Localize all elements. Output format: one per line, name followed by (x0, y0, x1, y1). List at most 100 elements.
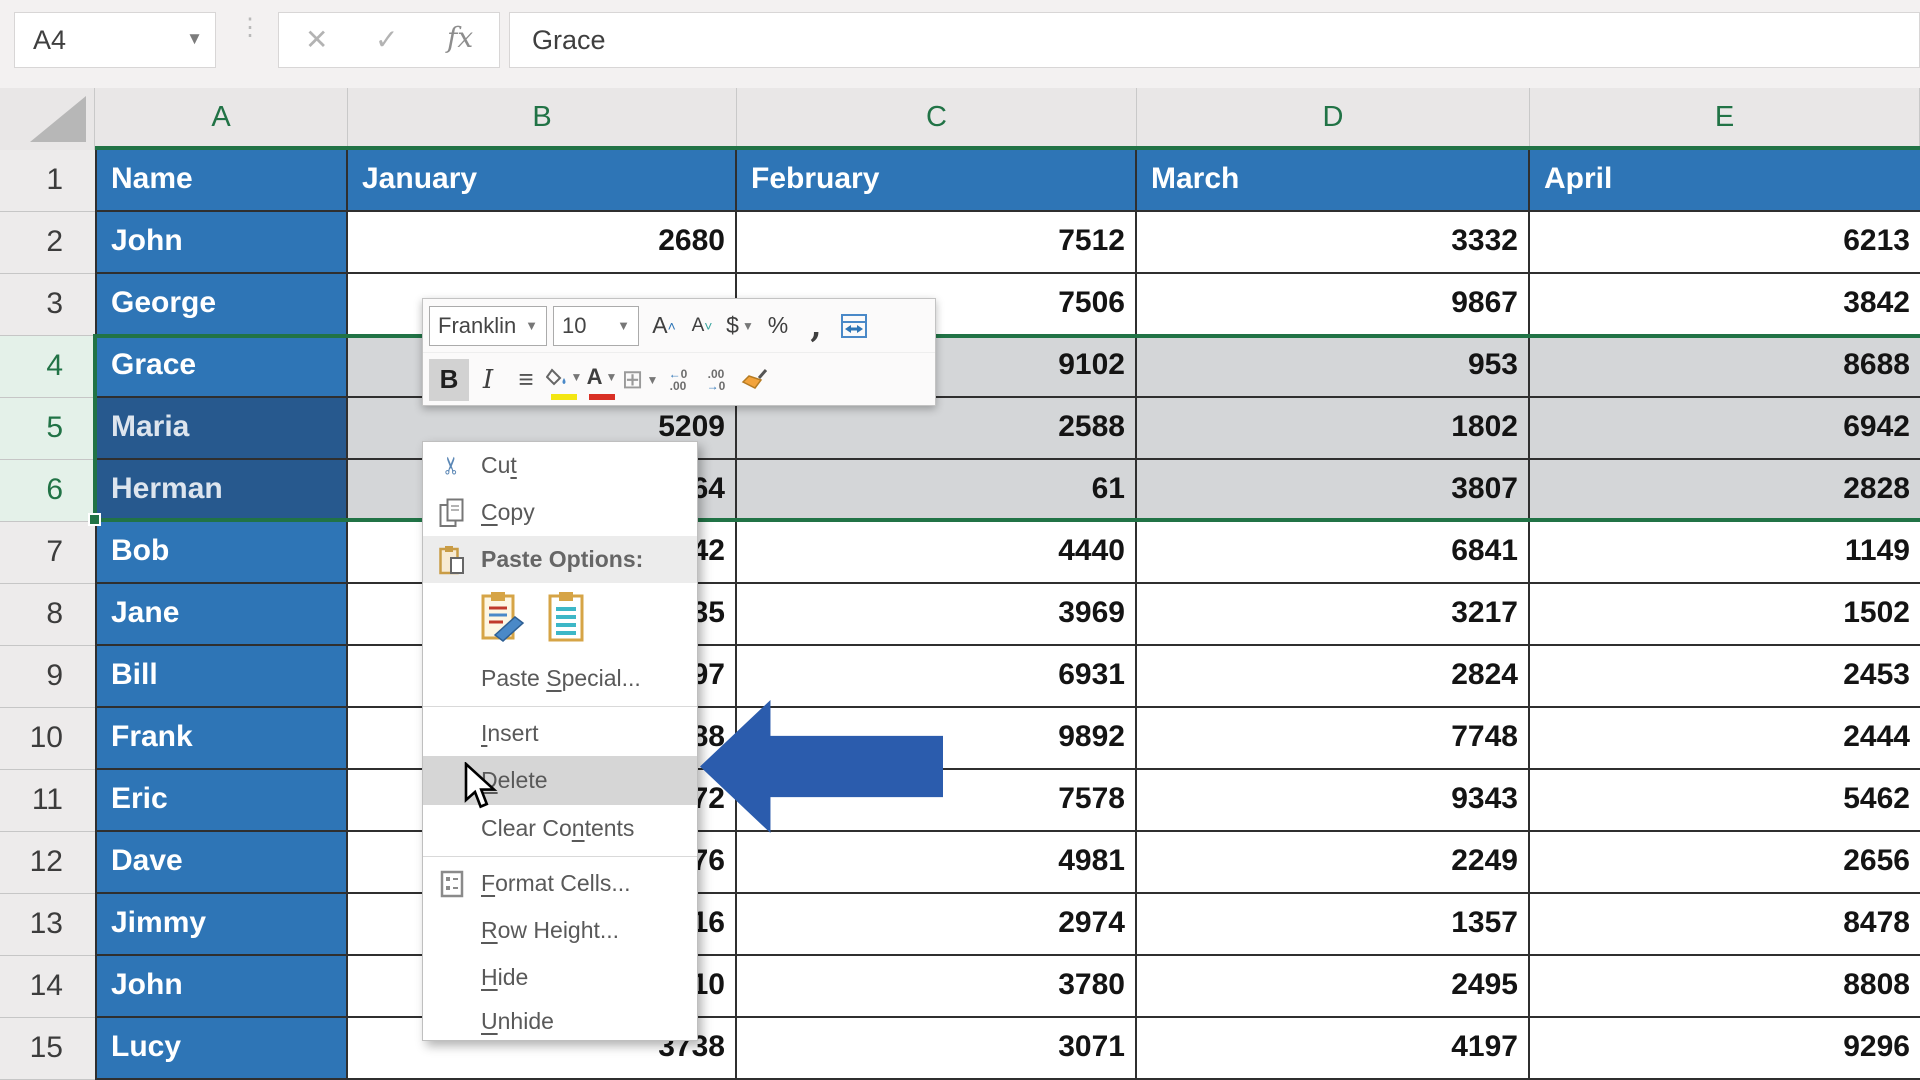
row-header-2[interactable]: 2 (0, 212, 95, 274)
font-name-dropdown[interactable]: Franklin ▼ (429, 305, 547, 346)
cell-e4[interactable]: 8688 (1530, 336, 1920, 398)
increase-decimal-button[interactable]: .00 →0 (697, 359, 735, 401)
cell-e15[interactable]: 9296 (1530, 1018, 1920, 1080)
row-header-4[interactable]: 4 (0, 336, 95, 398)
cell-c12[interactable]: 4981 (737, 832, 1137, 894)
cell-a2[interactable]: John (95, 212, 348, 274)
shrink-font-button[interactable]: A ˅ (683, 305, 721, 347)
cell-e14[interactable]: 8808 (1530, 956, 1920, 1018)
cell-e11[interactable]: 5462 (1530, 770, 1920, 832)
center-align-icon[interactable]: ≡ (507, 359, 545, 401)
cell-c9[interactable]: 6931 (737, 646, 1137, 708)
font-color-button[interactable]: A ▼ (583, 356, 621, 404)
chevron-down-icon[interactable]: ▼ (186, 29, 203, 49)
cell-header[interactable]: January (348, 150, 737, 212)
cell-d9[interactable]: 2824 (1137, 646, 1530, 708)
cell-a11[interactable]: Eric (95, 770, 348, 832)
row-header-5[interactable]: 5 (0, 398, 95, 460)
cell-c13[interactable]: 2974 (737, 894, 1137, 956)
cell-a9[interactable]: Bill (95, 646, 348, 708)
row-header-10[interactable]: 10 (0, 708, 95, 770)
selection-fill-handle[interactable] (88, 513, 101, 526)
cell-c14[interactable]: 3780 (737, 956, 1137, 1018)
cell-c6[interactable]: 61 (737, 460, 1137, 522)
cell-e8[interactable]: 1502 (1530, 584, 1920, 646)
cell-header[interactable]: March (1137, 150, 1530, 212)
select-all-button[interactable] (0, 88, 95, 150)
cell-d15[interactable]: 4197 (1137, 1018, 1530, 1080)
cell-a6[interactable]: Herman (95, 460, 348, 522)
comma-style-button[interactable]: , (797, 305, 835, 347)
menu-item-hide[interactable]: Hide (423, 954, 697, 1001)
menu-item-unhide[interactable]: Unhide (423, 1001, 697, 1042)
cell-d6[interactable]: 3807 (1137, 460, 1530, 522)
cell-e7[interactable]: 1149 (1530, 522, 1920, 584)
menu-item-paste-special[interactable]: Paste Special... (423, 655, 697, 702)
row-header-15[interactable]: 15 (0, 1018, 95, 1080)
cell-e6[interactable]: 2828 (1530, 460, 1920, 522)
menu-item-row-height[interactable]: Row Height... (423, 907, 697, 954)
cell-a7[interactable]: Bob (95, 522, 348, 584)
cell-e3[interactable]: 3842 (1530, 274, 1920, 336)
cell-d12[interactable]: 2249 (1137, 832, 1530, 894)
autofit-width-icon[interactable] (835, 305, 873, 347)
cell-header[interactable]: February (737, 150, 1137, 212)
bold-button[interactable]: B (429, 358, 469, 401)
cell-a10[interactable]: Frank (95, 708, 348, 770)
cell-c2[interactable]: 7512 (737, 212, 1137, 274)
column-header-b[interactable]: B (348, 88, 737, 150)
column-header-e[interactable]: E (1530, 88, 1920, 150)
cell-header[interactable]: April (1530, 150, 1920, 212)
cell-e13[interactable]: 8478 (1530, 894, 1920, 956)
cell-d2[interactable]: 3332 (1137, 212, 1530, 274)
borders-button[interactable]: ⊞ ▼ (621, 359, 659, 401)
row-header-14[interactable]: 14 (0, 956, 95, 1018)
format-painter-icon[interactable] (735, 359, 773, 401)
cancel-icon[interactable]: ✕ (305, 23, 328, 56)
cell-e2[interactable]: 6213 (1530, 212, 1920, 274)
cell-c15[interactable]: 3071 (737, 1018, 1137, 1080)
row-header-8[interactable]: 8 (0, 584, 95, 646)
cell-e12[interactable]: 2656 (1530, 832, 1920, 894)
cell-a8[interactable]: Jane (95, 584, 348, 646)
cell-e9[interactable]: 2453 (1530, 646, 1920, 708)
row-header-12[interactable]: 12 (0, 832, 95, 894)
cell-d14[interactable]: 2495 (1137, 956, 1530, 1018)
paste-keep-formatting-icon[interactable] (481, 591, 525, 648)
row-header-13[interactable]: 13 (0, 894, 95, 956)
menu-item-paste-options[interactable]: Paste Options: (423, 536, 697, 583)
row-header-9[interactable]: 9 (0, 646, 95, 708)
column-header-a[interactable]: A (95, 88, 348, 150)
name-box[interactable]: A4 ▼ (14, 12, 216, 68)
cell-a3[interactable]: George (95, 274, 348, 336)
cell-a15[interactable]: Lucy (95, 1018, 348, 1080)
cell-e10[interactable]: 2444 (1530, 708, 1920, 770)
menu-item-copy[interactable]: Copy (423, 489, 697, 536)
row-header-7[interactable]: 7 (0, 522, 95, 584)
italic-button[interactable]: I (469, 359, 507, 401)
column-header-d[interactable]: D (1137, 88, 1530, 150)
cell-c7[interactable]: 4440 (737, 522, 1137, 584)
font-size-dropdown[interactable]: 10 ▼ (553, 305, 639, 346)
paste-values-icon[interactable] (547, 591, 587, 648)
cell-a1[interactable]: Name (95, 150, 348, 212)
cell-d10[interactable]: 7748 (1137, 708, 1530, 770)
cell-a12[interactable]: Dave (95, 832, 348, 894)
cell-d3[interactable]: 9867 (1137, 274, 1530, 336)
enter-icon[interactable]: ✓ (375, 23, 398, 56)
cell-b2[interactable]: 2680 (348, 212, 737, 274)
insert-function-icon[interactable]: fx (447, 21, 473, 54)
cell-d13[interactable]: 1357 (1137, 894, 1530, 956)
cell-d11[interactable]: 9343 (1137, 770, 1530, 832)
row-header-11[interactable]: 11 (0, 770, 95, 832)
column-header-c[interactable]: C (737, 88, 1137, 150)
row-header-3[interactable]: 3 (0, 274, 95, 336)
formula-input[interactable]: Grace (509, 12, 1920, 68)
percent-style-button[interactable]: % (759, 305, 797, 347)
cell-c5[interactable]: 2588 (737, 398, 1137, 460)
fill-color-button[interactable]: ▼ (545, 356, 583, 404)
cell-d5[interactable]: 1802 (1137, 398, 1530, 460)
cell-d7[interactable]: 6841 (1137, 522, 1530, 584)
menu-item-clear-contents[interactable]: Clear Contents (423, 805, 697, 852)
row-header-6[interactable]: 6 (0, 460, 95, 522)
